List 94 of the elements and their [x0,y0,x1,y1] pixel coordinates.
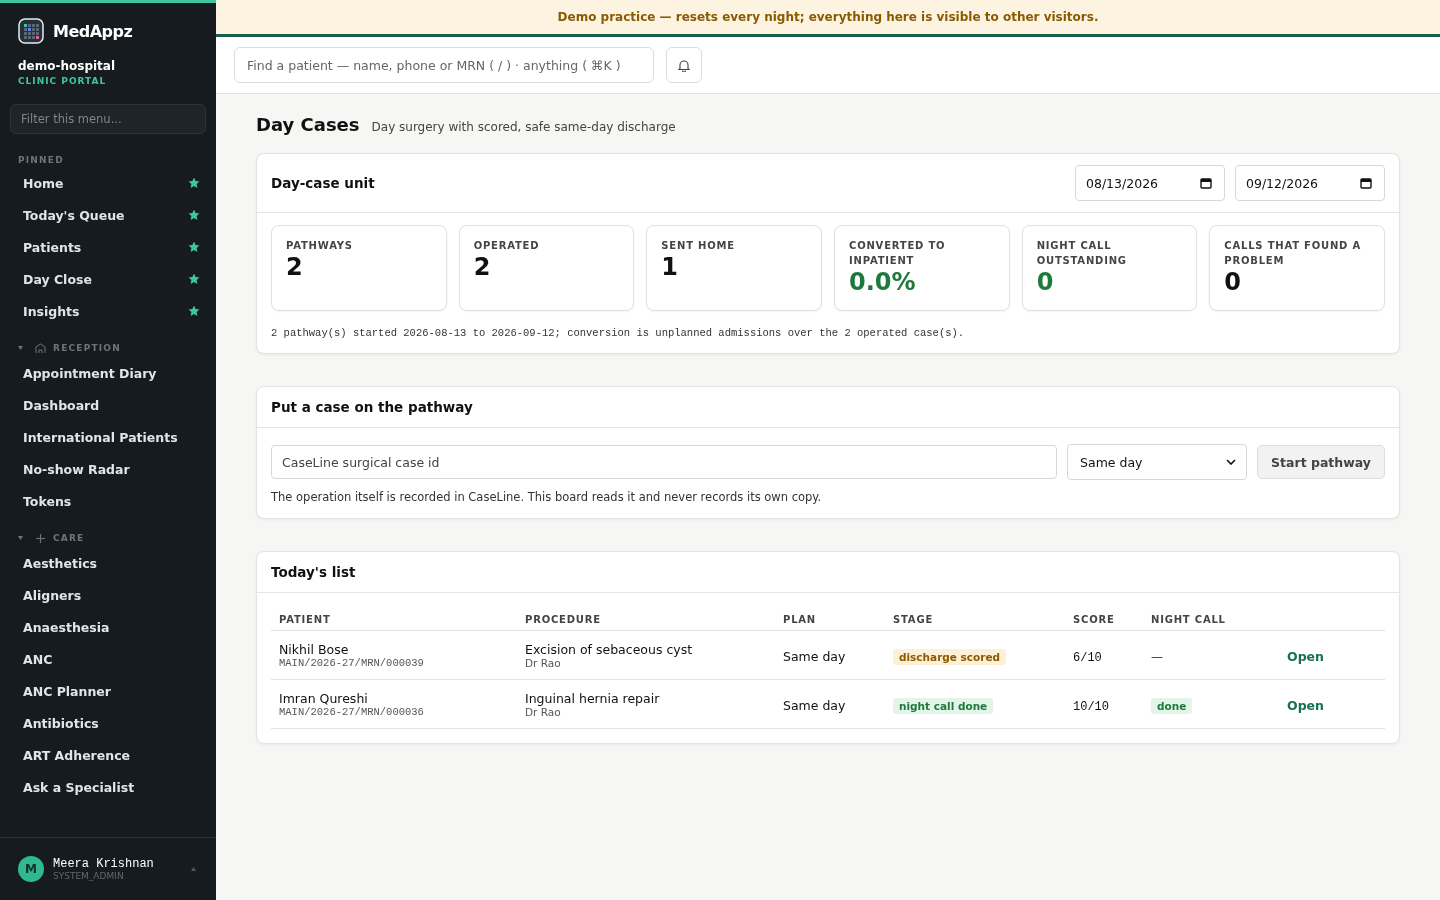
score-text: 10/10 [1073,699,1109,714]
column-header: SCORE [1065,609,1143,631]
column-header: PATIENT [271,609,517,631]
logo-icon [18,18,44,44]
start-pathway-button[interactable]: Start pathway [1257,445,1385,479]
night-call-badge: done [1151,697,1193,714]
open-link[interactable]: Open [1287,697,1324,713]
column-header: PLAN [775,609,885,631]
doctor-name: Dr Rao [525,705,561,718]
open-link[interactable]: Open [1287,648,1324,664]
case-id-field[interactable]: CaseLine surgical case id [271,445,1058,479]
stat-value: 0.0% [849,268,917,296]
nav-item[interactable]: Tokens [0,485,216,517]
caret-icon[interactable] [18,536,24,540]
stat-value: 2 [286,253,304,281]
nav-item[interactable]: International Patients [0,421,216,453]
pathway-note: The operation itself is recorded in CaseLine. This board reads it and never records its own copy. [271,490,823,504]
calendar-icon[interactable] [1200,177,1212,189]
column-header: PROCEDURE [517,609,775,631]
section-heading: PINNED [17,155,64,165]
card-title: Day-case unit [271,175,375,191]
user-role: SYSTEM_ADMIN [53,871,125,881]
caret-icon [191,867,196,871]
nav-item[interactable]: Aesthetics [0,547,216,579]
bell-icon [678,58,690,72]
user-name: Meera Krishnan [53,857,155,871]
nav-item[interactable]: Dashboard [0,389,216,421]
nav-item[interactable]: ANC [0,643,216,675]
nav-item[interactable]: ANC Planner [0,675,216,707]
avatar: M [18,856,44,882]
stage-badge: discharge scored [893,648,1007,665]
stat-value: 0 [1036,268,1055,296]
patient-name: Nikhil Bose [279,641,350,657]
nav-item[interactable]: Antibiotics [0,707,216,739]
notifications-button[interactable] [666,47,702,83]
card-title: Put a case on the pathway [271,399,473,415]
menu-filter-field[interactable]: Filter this menu... [10,104,206,134]
stage-badge: night call done [893,697,994,714]
plan-dropdown[interactable]: Same day [1067,444,1248,480]
stat-label: CALLS THAT FOUND A PROBLEM [1224,239,1363,268]
nav-item[interactable]: No-show Radar [0,453,216,485]
nav-item[interactable]: Ask a Specialist [0,771,216,803]
nav-item[interactable]: Aligners [0,579,216,611]
column-header: NIGHT CALL [1143,609,1279,631]
calendar-icon[interactable] [1360,177,1372,189]
patient-mrn: MAIN/2026-27/MRN/000039 [279,656,425,669]
nav-item[interactable]: ART Adherence [0,739,216,771]
date-field[interactable]: 09/12/2026 [1235,165,1385,201]
stat-label: SENT HOME [661,239,736,253]
section-heading: RECEPTION [53,343,121,353]
stat-value: 1 [661,253,680,281]
score-text: 6/10 [1073,650,1102,665]
section-heading: CARE [53,533,85,543]
patient-name: Imran Qureshi [279,690,369,706]
app-name: MedAppz [53,21,133,41]
star-icon[interactable] [188,305,200,317]
date-field[interactable]: 08/13/2026 [1075,165,1225,201]
page-subtitle: Day surgery with scored, safe same-day discharge [371,120,676,134]
column-header: STAGE [885,609,1065,631]
plan-text: Same day [783,697,846,713]
star-icon[interactable] [188,273,200,285]
stat-value: 0 [1224,268,1243,296]
star-icon[interactable] [188,209,200,221]
plan-text: Same day [783,648,846,664]
nav-item[interactable]: Appointment Diary [0,357,216,389]
building-icon [35,342,46,354]
stat-label: CONVERTED TO INPATIENT [849,239,947,268]
plus-icon [35,532,46,544]
summary-note: 2 pathway(s) started 2026-08-13 to 2026-09-12; conversion is unplanned admissions over the 2 operated case(s). [271,327,966,339]
search-field[interactable]: Find a patient — name, phone or MRN ( / ) · anything ( ⌘K ) [234,47,654,83]
stat-label: OPERATED [473,239,541,253]
page-title: Day Cases [256,114,360,135]
procedure-name: Inguinal hernia repair [525,690,661,706]
portal-label: CLINIC PORTAL [17,75,108,86]
star-icon[interactable] [188,177,200,189]
nav-item[interactable]: Anaesthesia [0,611,216,643]
doctor-name: Dr Rao [525,656,562,669]
nav-item[interactable]: Home [0,167,216,199]
stat-label: NIGHT CALL OUTSTANDING [1036,239,1128,268]
demo-banner: Demo practice — resets every night; everything here is visible to other visitors. [216,0,1440,37]
organization-name: demo-hospital [17,58,117,73]
nav-item[interactable]: Today's Queue [0,199,216,231]
stat-value: 2 [473,253,492,281]
card-title: Today's list [271,564,356,580]
chevron-icon [1226,459,1237,465]
star-icon[interactable] [188,241,200,253]
stat-label: PATHWAYS [286,239,354,253]
night-call-text: — [1151,649,1163,664]
nav-item[interactable]: Insights [0,295,216,327]
patient-mrn: MAIN/2026-27/MRN/000036 [279,705,425,718]
nav-item[interactable]: Day Close [0,263,216,295]
nav-item[interactable]: Patients [0,231,216,263]
caret-icon[interactable] [18,346,24,350]
procedure-name: Excision of sebaceous cyst [525,641,694,657]
